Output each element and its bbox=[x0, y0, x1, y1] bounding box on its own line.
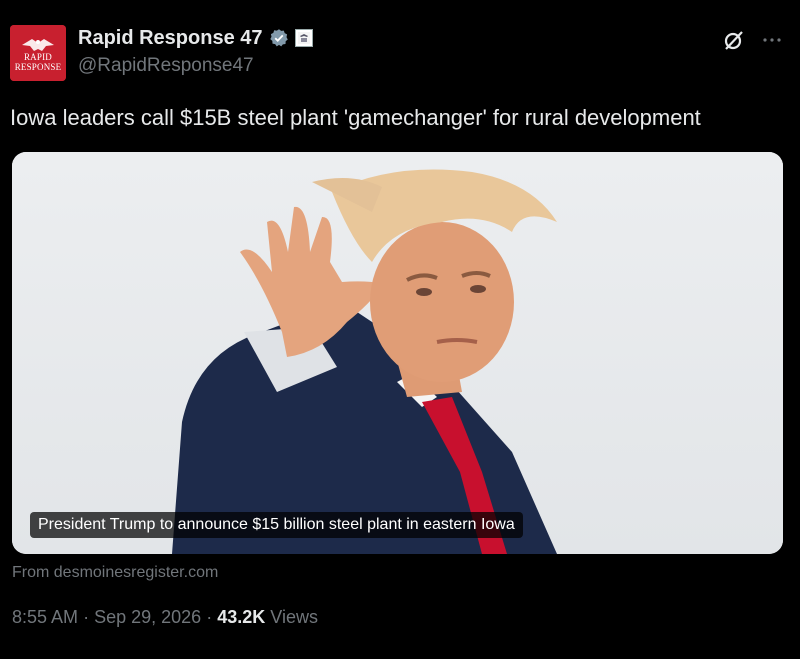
card-caption: President Trump to announce $15 billion … bbox=[30, 512, 523, 538]
avatar-text-line2: RESPONSE bbox=[14, 62, 62, 72]
affiliate-seal-icon[interactable] bbox=[294, 29, 313, 47]
verified-badge-icon[interactable] bbox=[269, 28, 289, 48]
avatar-text-line1: RAPID bbox=[23, 52, 52, 62]
author-name-row: Rapid Response 47 bbox=[78, 25, 313, 51]
grok-slash-circle-icon[interactable] bbox=[722, 28, 746, 52]
tweet-meta: 8:55 AM · Sep 29, 2026 · 43.2K Views bbox=[12, 607, 318, 628]
avatar[interactable]: RAPID RESPONSE bbox=[10, 25, 66, 81]
tweet-time[interactable]: 8:55 AM bbox=[12, 607, 78, 627]
link-card[interactable]: President Trump to announce $15 billion … bbox=[12, 152, 783, 554]
author-handle[interactable]: @RapidResponse47 bbox=[78, 55, 254, 77]
tweet-text: Iowa leaders call $15B steel plant 'game… bbox=[10, 105, 701, 130]
meta-separator: · bbox=[206, 607, 213, 627]
views-count: 43.2K bbox=[217, 607, 266, 627]
more-dots-icon[interactable] bbox=[760, 28, 784, 52]
tweet-date[interactable]: Sep 29, 2026 bbox=[94, 607, 201, 627]
display-name[interactable]: Rapid Response 47 bbox=[78, 27, 263, 50]
views-label: Views bbox=[270, 607, 318, 627]
news-photo bbox=[12, 152, 783, 554]
meta-separator: · bbox=[83, 607, 90, 627]
card-source[interactable]: From desmoinesregister.com bbox=[12, 564, 218, 582]
